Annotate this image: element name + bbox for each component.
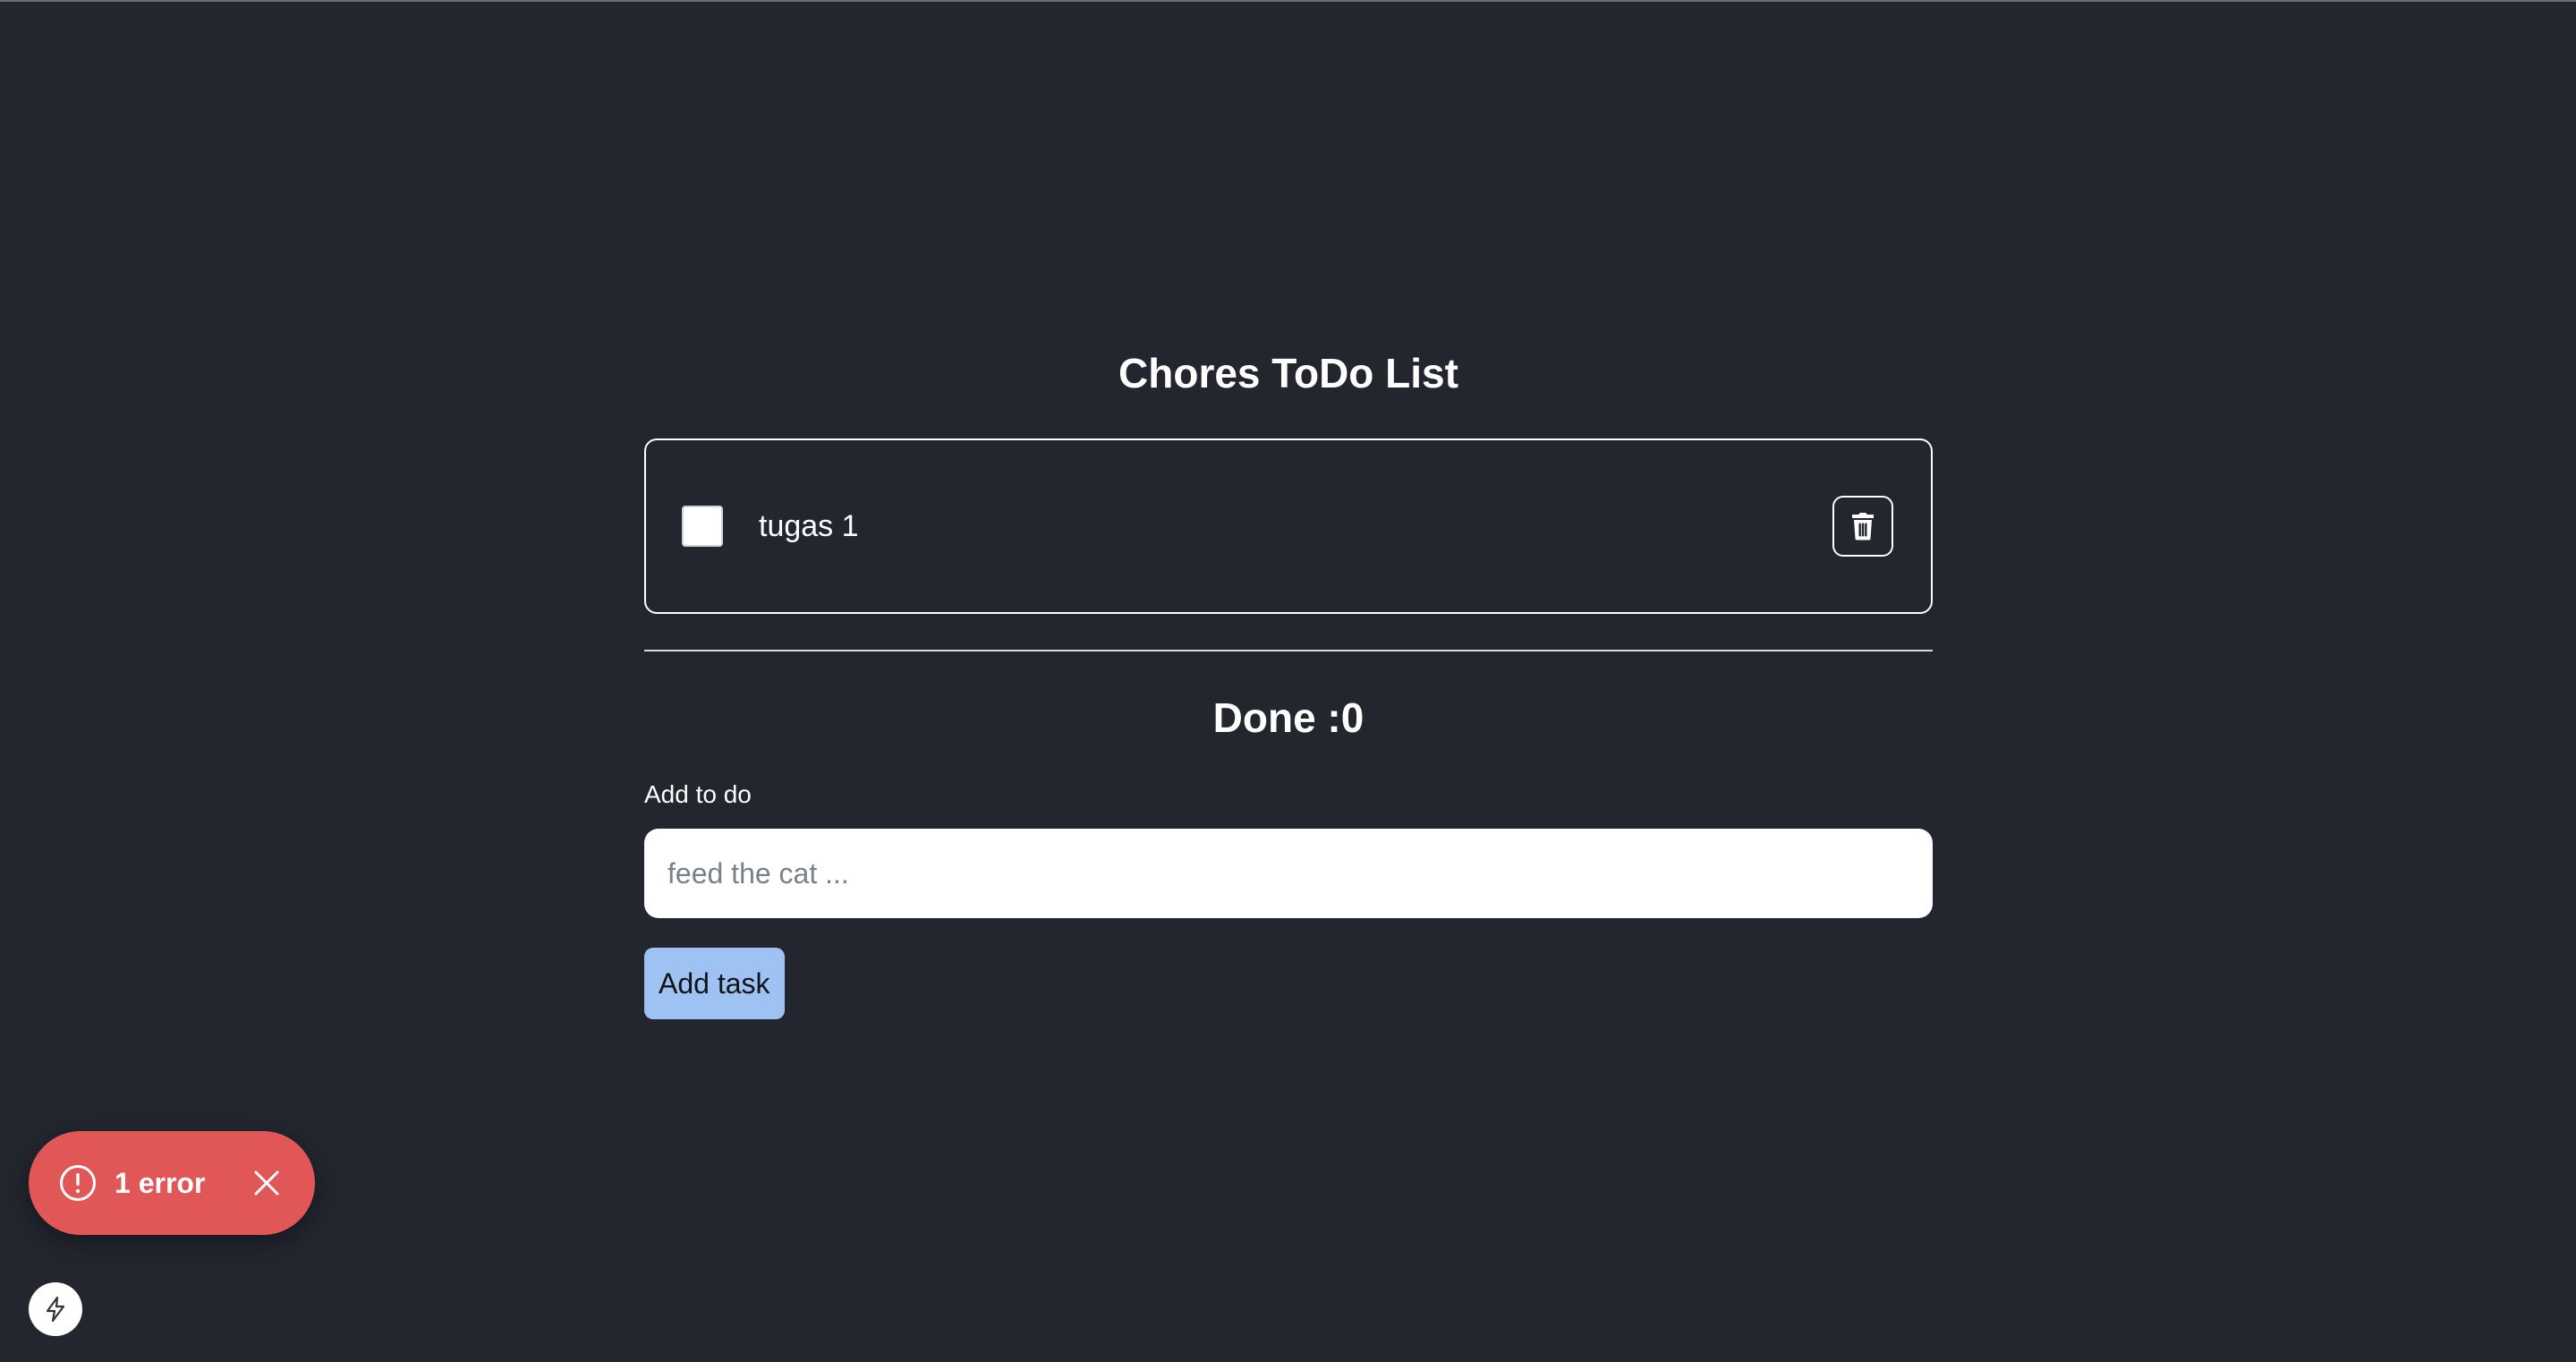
exclamation-circle-icon [59,1164,97,1202]
lightning-bolt-icon [46,1296,65,1323]
todo-container: Chores ToDo List tugas 1 Done :0 Add to … [644,346,1933,1019]
task-label: tugas 1 [759,508,859,543]
done-counter: Done :0 [1212,694,1365,741]
error-count-text[interactable]: 1 error [115,1167,205,1200]
trash-icon [1852,513,1874,541]
page-title: Chores ToDo List [1118,350,1458,396]
task-list: tugas 1 [644,438,1933,614]
dev-tools-button[interactable] [29,1282,82,1336]
error-toast[interactable]: 1 error [29,1131,315,1235]
delete-task-button[interactable] [1832,496,1893,557]
app-page: Chores ToDo List tugas 1 Done :0 Add to … [0,0,2576,1362]
section-divider [644,650,1933,651]
task-checkbox[interactable] [682,506,723,547]
add-task-button[interactable]: Add task [644,948,785,1019]
task-item: tugas 1 [646,440,1931,612]
close-icon[interactable] [251,1168,282,1198]
add-todo-label: Add to do [644,780,752,808]
add-todo-input[interactable] [644,829,1933,918]
